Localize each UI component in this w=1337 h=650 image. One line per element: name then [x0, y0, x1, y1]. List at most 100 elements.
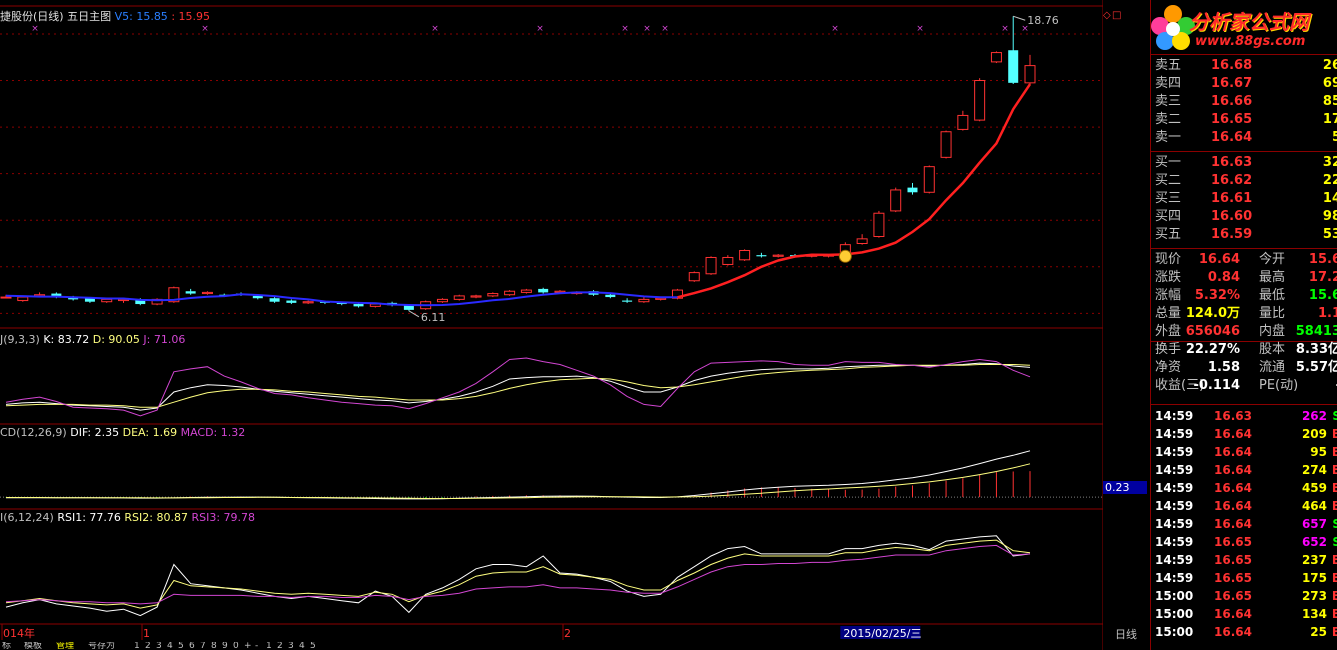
bid-volume: 14 [1322, 191, 1337, 206]
stat-label: 现价 [1155, 252, 1182, 267]
date-highlight-label: 2015/02/25/三 [843, 627, 921, 640]
close-icon[interactable]: □ [1112, 10, 1121, 21]
tick-side: B [1332, 461, 1337, 479]
stat-value: 58413 [1295, 324, 1337, 339]
stat-row: 涨跌 0.84 最高 17.2 [1155, 269, 1337, 287]
page-button[interactable]: 3 [156, 642, 162, 650]
tick-row[interactable]: 14:59 16.64 95 B [1155, 443, 1337, 461]
ask-row: 卖五 16.68 26 [1155, 57, 1337, 75]
bottom-tab[interactable]: 管理 [56, 642, 74, 650]
tick-time: 14:59 [1155, 463, 1194, 477]
tick-row[interactable]: 14:59 16.63 262 S [1155, 407, 1337, 425]
page-button[interactable]: + [244, 642, 252, 650]
macd-value: MACD: 1.32 [180, 426, 246, 439]
stat-value: 1.58 [1207, 360, 1240, 375]
candle-11 [185, 291, 196, 294]
bid-price: 16.61 [1211, 191, 1253, 206]
rsi-line-RSI2 [5, 539, 1031, 609]
tick-row[interactable]: 14:59 16.64 657 S [1155, 515, 1337, 533]
tick-time: 14:59 [1155, 553, 1194, 567]
bottom-tab[interactable]: 标 [2, 642, 11, 650]
tick-side: B [1332, 623, 1337, 641]
tick-time: 14:59 [1155, 535, 1194, 549]
bottom-tab[interactable]: 模板 [24, 642, 42, 650]
tick-row[interactable]: 14:59 16.64 459 B [1155, 479, 1337, 497]
candle-6 [101, 298, 113, 303]
tick-volume: 25 [1310, 625, 1327, 639]
page-button[interactable]: 1 [134, 642, 140, 650]
candle-57 [957, 114, 969, 130]
page-button[interactable]: 0 [233, 642, 239, 650]
tick-volume: 262 [1301, 409, 1327, 423]
tick-time: 14:59 [1155, 409, 1194, 423]
tick-row[interactable]: 14:59 16.64 209 B [1155, 425, 1337, 443]
ask-volume: 5 [1332, 129, 1337, 147]
page-button[interactable]: 1 [266, 642, 272, 650]
tick-row[interactable]: 15:00 16.64 134 B [1155, 605, 1337, 623]
candle-32 [538, 288, 549, 293]
page-button[interactable]: 4 [167, 642, 173, 650]
page-button[interactable]: 6 [189, 642, 195, 650]
tick-row[interactable]: 14:59 16.65 175 B [1155, 569, 1337, 587]
bid-row: 买二 16.62 22 [1155, 172, 1337, 190]
tick-row[interactable]: 15:00 16.65 273 B [1155, 587, 1337, 605]
candle-37 [622, 300, 633, 302]
tick-volume: 459 [1301, 481, 1327, 495]
bid-label: 买一 [1155, 155, 1182, 170]
rsi-line-RSI3 [5, 544, 1031, 605]
candle-56 [940, 131, 952, 158]
tick-row[interactable]: 15:00 16.64 25 B [1155, 623, 1337, 641]
page-button[interactable]: 2 [145, 642, 151, 650]
tick-price: 16.64 [1214, 427, 1252, 441]
candle-51 [856, 238, 868, 245]
page-button[interactable]: 8 [211, 642, 217, 650]
chart-area[interactable]: × × × × × × × × × × × 18.76 6.11 18.00 16.00 14.00 12.… [0, 0, 1103, 650]
candle-27 [453, 295, 465, 300]
window-controls[interactable]: ◇ □ [1103, 10, 1150, 24]
tick-price: 16.64 [1214, 463, 1252, 477]
tick-side: S [1332, 533, 1337, 551]
stat-label: 外盘 [1155, 324, 1182, 339]
page-button[interactable]: - [255, 642, 258, 650]
top-marker-0: × [31, 24, 39, 34]
restore-icon[interactable]: ◇ [1103, 10, 1111, 21]
ask-price: 16.65 [1211, 112, 1253, 127]
tick-price: 16.64 [1214, 625, 1252, 639]
stat-row: 换手 22.27% 股本 8.33亿 [1155, 341, 1337, 359]
macd-line-DIF [6, 450, 1031, 500]
tick-row[interactable]: 14:59 16.64 464 B [1155, 497, 1337, 515]
page-button[interactable]: 7 [200, 642, 206, 650]
main-panel-title: 捷股份(日线) 五日主图 [0, 10, 112, 23]
tick-price: 16.65 [1214, 535, 1252, 549]
stat-value: 1.1 [1317, 306, 1337, 321]
tick-price: 16.64 [1214, 499, 1252, 513]
tick-price: 16.64 [1214, 445, 1252, 459]
candle-12 [201, 291, 213, 295]
chart-svg[interactable]: × × × × × × × × × × × 18.766.11 18.0016.0014.0012.… [0, 0, 1103, 650]
candle-15 [252, 295, 263, 299]
quote-sep-ticks [1151, 404, 1337, 405]
page-button[interactable]: 9 [222, 642, 228, 650]
stat-label: 内盘 [1259, 324, 1286, 339]
ma-label-2: : 15.95 [171, 10, 211, 23]
bottom-toolbar[interactable]: 标模板 管理 号存为 1 2 3 4 5 6 7 8 9 0 + -1 2 3 4 5 [0, 642, 1150, 650]
bid-label: 买二 [1155, 173, 1182, 188]
tick-row[interactable]: 14:59 16.65 237 B [1155, 551, 1337, 569]
x-label-0: 014年 [3, 626, 35, 640]
rsi-line-RSI1 [5, 535, 1031, 617]
tick-volume: 274 [1301, 463, 1327, 477]
page-button[interactable]: 4 [299, 642, 305, 650]
page-button[interactable]: 5 [310, 642, 316, 650]
page-button[interactable]: 5 [178, 642, 184, 650]
bid-row: 买四 16.60 98 [1155, 208, 1337, 226]
period-label[interactable]: 日线 [1115, 626, 1137, 642]
stat-value: 0.84 [1207, 270, 1240, 285]
page-button[interactable]: 2 [277, 642, 283, 650]
tick-row[interactable]: 14:59 16.65 652 S [1155, 533, 1337, 551]
stat-label: 净资 [1155, 360, 1182, 375]
bottom-tab[interactable]: 号存为 [88, 642, 115, 650]
candle-29 [487, 293, 499, 297]
page-button[interactable]: 3 [288, 642, 294, 650]
tick-row[interactable]: 14:59 16.64 274 B [1155, 461, 1337, 479]
high-annotation-label: 18.76 [1027, 14, 1059, 27]
